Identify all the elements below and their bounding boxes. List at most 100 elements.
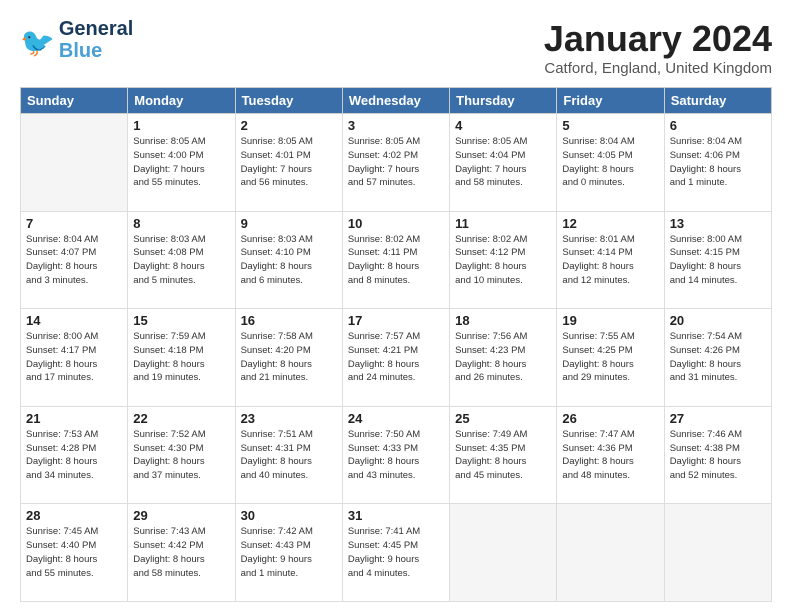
bird-icon: 🐦 [20,26,55,59]
day-cell: 10 Sunrise: 8:02 AM Sunset: 4:11 PM Dayli… [342,211,449,309]
calendar-table: Sunday Monday Tuesday Wednesday Thursday… [20,87,772,602]
day-info: Sunrise: 8:03 AM Sunset: 4:08 PM Dayligh… [133,233,229,288]
day-info: Sunrise: 8:05 AM Sunset: 4:01 PM Dayligh… [241,135,337,190]
day-info: Sunrise: 7:51 AM Sunset: 4:31 PM Dayligh… [241,428,337,483]
day-cell: 8Sunrise: 8:03 AM Sunset: 4:08 PM Daylig… [128,211,235,309]
col-friday: Friday [557,88,664,114]
day-cell: 28 Sunrise: 7:45 AM Sunset: 4:40 PM Dayli… [21,504,128,602]
day-cell: 27Sunrise: 7:46 AM Sunset: 4:38 PM Dayli… [664,406,771,504]
day-number: 16 [241,313,337,328]
day-info: Sunrise: 7:53 AM Sunset: 4:28 PM Dayligh… [26,428,122,483]
day-cell: 17 Sunrise: 7:57 AM Sunset: 4:21 PM Dayli… [342,309,449,407]
day-info: Sunrise: 8:02 AM Sunset: 4:11 PM Dayligh… [348,233,444,288]
day-number: 13 [670,216,766,231]
day-info: Sunrise: 8:03 AM Sunset: 4:10 PM Dayligh… [241,233,337,288]
week-row-4: 21 Sunrise: 7:53 AM Sunset: 4:28 PM Dayli… [21,406,772,504]
day-number: 18 [455,313,551,328]
day-number: 30 [241,508,337,523]
day-number: 14 [26,313,122,328]
day-cell: 12 Sunrise: 8:01 AM Sunset: 4:14 PM Dayli… [557,211,664,309]
day-info: Sunrise: 8:05 AM Sunset: 4:02 PM Dayligh… [348,135,444,190]
day-number: 9 [241,216,337,231]
day-number: 29 [133,508,229,523]
day-number: 17 [348,313,444,328]
day-number: 15 [133,313,229,328]
day-info: Sunrise: 8:01 AM Sunset: 4:14 PM Dayligh… [562,233,658,288]
day-number: 11 [455,216,551,231]
week-row-2: 7Sunrise: 8:04 AM Sunset: 4:07 PM Daylig… [21,211,772,309]
day-cell: 16Sunrise: 7:58 AM Sunset: 4:20 PM Dayli… [235,309,342,407]
day-info: Sunrise: 7:47 AM Sunset: 4:36 PM Dayligh… [562,428,658,483]
day-cell: 14Sunrise: 8:00 AM Sunset: 4:17 PM Dayli… [21,309,128,407]
day-cell: 11Sunrise: 8:02 AM Sunset: 4:12 PM Dayli… [450,211,557,309]
col-monday: Monday [128,88,235,114]
week-row-3: 14Sunrise: 8:00 AM Sunset: 4:17 PM Dayli… [21,309,772,407]
day-cell: 24Sunrise: 7:50 AM Sunset: 4:33 PM Dayli… [342,406,449,504]
day-cell: 13 Sunrise: 8:00 AM Sunset: 4:15 PM Dayli… [664,211,771,309]
day-number: 12 [562,216,658,231]
col-tuesday: Tuesday [235,88,342,114]
day-cell: 1 Sunrise: 8:05 AM Sunset: 4:00 PM Daylig… [128,114,235,212]
day-info: Sunrise: 7:50 AM Sunset: 4:33 PM Dayligh… [348,428,444,483]
day-cell: 20 Sunrise: 7:54 AM Sunset: 4:26 PM Dayli… [664,309,771,407]
logo: 🐦 General Blue [20,18,133,62]
day-number: 25 [455,411,551,426]
day-number: 10 [348,216,444,231]
day-cell: 3 Sunrise: 8:05 AM Sunset: 4:02 PM Daylig… [342,114,449,212]
calendar-title: January 2024 [544,18,772,60]
day-info: Sunrise: 7:45 AM Sunset: 4:40 PM Dayligh… [26,525,122,580]
day-info: Sunrise: 7:57 AM Sunset: 4:21 PM Dayligh… [348,330,444,385]
day-cell: 2 Sunrise: 8:05 AM Sunset: 4:01 PM Daylig… [235,114,342,212]
day-number: 1 [133,118,229,133]
day-cell: 19 Sunrise: 7:55 AM Sunset: 4:25 PM Dayli… [557,309,664,407]
col-wednesday: Wednesday [342,88,449,114]
day-cell: 30Sunrise: 7:42 AM Sunset: 4:43 PM Dayli… [235,504,342,602]
day-cell: 25 Sunrise: 7:49 AM Sunset: 4:35 PM Dayli… [450,406,557,504]
day-cell: 26Sunrise: 7:47 AM Sunset: 4:36 PM Dayli… [557,406,664,504]
day-cell [21,114,128,212]
day-cell: 29Sunrise: 7:43 AM Sunset: 4:42 PM Dayli… [128,504,235,602]
day-number: 4 [455,118,551,133]
day-number: 5 [562,118,658,133]
day-cell: 7Sunrise: 8:04 AM Sunset: 4:07 PM Daylig… [21,211,128,309]
day-cell: 22Sunrise: 7:52 AM Sunset: 4:30 PM Dayli… [128,406,235,504]
page: 🐦 General Blue January 2024 Catford, Eng… [0,0,792,612]
day-cell: 9 Sunrise: 8:03 AM Sunset: 4:10 PM Daylig… [235,211,342,309]
week-row-5: 28 Sunrise: 7:45 AM Sunset: 4:40 PM Dayli… [21,504,772,602]
day-cell: 5Sunrise: 8:04 AM Sunset: 4:05 PM Daylig… [557,114,664,212]
day-info: Sunrise: 8:04 AM Sunset: 4:06 PM Dayligh… [670,135,766,190]
day-number: 6 [670,118,766,133]
day-info: Sunrise: 7:46 AM Sunset: 4:38 PM Dayligh… [670,428,766,483]
day-info: Sunrise: 7:52 AM Sunset: 4:30 PM Dayligh… [133,428,229,483]
day-info: Sunrise: 7:56 AM Sunset: 4:23 PM Dayligh… [455,330,551,385]
col-sunday: Sunday [21,88,128,114]
day-cell [664,504,771,602]
day-info: Sunrise: 8:05 AM Sunset: 4:00 PM Dayligh… [133,135,229,190]
header: 🐦 General Blue January 2024 Catford, Eng… [20,18,772,77]
calendar-subtitle: Catford, England, United Kingdom [544,60,772,77]
day-info: Sunrise: 7:54 AM Sunset: 4:26 PM Dayligh… [670,330,766,385]
day-info: Sunrise: 7:41 AM Sunset: 4:45 PM Dayligh… [348,525,444,580]
day-number: 7 [26,216,122,231]
week-row-1: 1 Sunrise: 8:05 AM Sunset: 4:00 PM Daylig… [21,114,772,212]
day-cell: 6 Sunrise: 8:04 AM Sunset: 4:06 PM Daylig… [664,114,771,212]
day-number: 19 [562,313,658,328]
logo-general: General [59,18,133,40]
day-number: 2 [241,118,337,133]
day-number: 3 [348,118,444,133]
title-block: January 2024 Catford, England, United Ki… [544,18,772,77]
day-cell: 21 Sunrise: 7:53 AM Sunset: 4:28 PM Dayli… [21,406,128,504]
day-number: 20 [670,313,766,328]
day-cell [557,504,664,602]
day-number: 31 [348,508,444,523]
day-number: 21 [26,411,122,426]
day-info: Sunrise: 7:55 AM Sunset: 4:25 PM Dayligh… [562,330,658,385]
calendar-body: 1 Sunrise: 8:05 AM Sunset: 4:00 PM Daylig… [21,114,772,602]
day-number: 28 [26,508,122,523]
day-number: 23 [241,411,337,426]
day-info: Sunrise: 8:00 AM Sunset: 4:15 PM Dayligh… [670,233,766,288]
day-info: Sunrise: 7:59 AM Sunset: 4:18 PM Dayligh… [133,330,229,385]
logo-blue: Blue [59,40,133,62]
col-saturday: Saturday [664,88,771,114]
day-info: Sunrise: 7:49 AM Sunset: 4:35 PM Dayligh… [455,428,551,483]
